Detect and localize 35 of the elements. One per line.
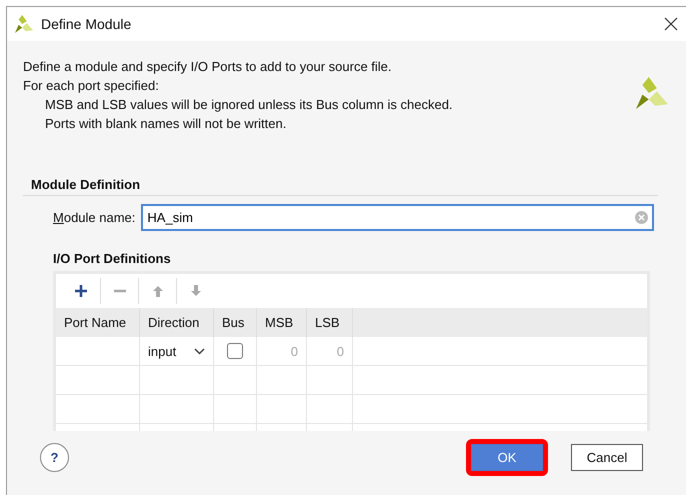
direction-dropdown[interactable]: input xyxy=(140,337,214,366)
down-arrow-icon xyxy=(188,284,202,298)
column-header: MSB xyxy=(257,308,307,337)
up-arrow-icon xyxy=(150,284,164,298)
app-logo-icon xyxy=(15,15,33,33)
column-header: LSB xyxy=(307,308,353,337)
add-icon xyxy=(74,284,88,298)
note-text: Ports with blank names will not be written. xyxy=(44,115,288,133)
module-name-field[interactable]: HA_sim xyxy=(141,204,654,231)
description-text: For each port specified: xyxy=(23,77,160,95)
bus-checkbox[interactable] xyxy=(227,343,243,359)
table-cell: 0 xyxy=(257,337,307,366)
note-text: MSB and LSB values will be ignored unless its Bus column is checked. xyxy=(44,96,453,114)
table-cell[interactable] xyxy=(56,337,140,366)
column-header: Direction xyxy=(140,308,214,337)
table-cell xyxy=(257,366,307,395)
help-button[interactable]: ? xyxy=(40,443,69,472)
table-cell xyxy=(307,395,353,424)
field-label: Module name: xyxy=(53,210,136,225)
subsection-heading: I/O Port Definitions xyxy=(53,251,172,266)
cancel-button[interactable]: Cancel xyxy=(571,444,643,471)
table-cell: 0 xyxy=(307,337,353,366)
clear-icon[interactable] xyxy=(635,211,648,224)
brand-logo-icon xyxy=(636,77,668,109)
ok-button[interactable]: OK xyxy=(471,444,543,471)
table-cell xyxy=(214,395,257,424)
column-header: Port Name xyxy=(56,308,140,337)
close-icon[interactable] xyxy=(664,17,678,31)
window-title: Define Module xyxy=(41,16,132,32)
table-cell xyxy=(307,366,353,395)
chevron-down-icon xyxy=(194,348,205,354)
column-header: Bus xyxy=(214,308,257,337)
section-heading: Module Definition xyxy=(23,177,658,196)
table-cell xyxy=(257,395,307,424)
description-text: Define a module and specify I/O Ports to add to your source file. xyxy=(23,58,393,76)
